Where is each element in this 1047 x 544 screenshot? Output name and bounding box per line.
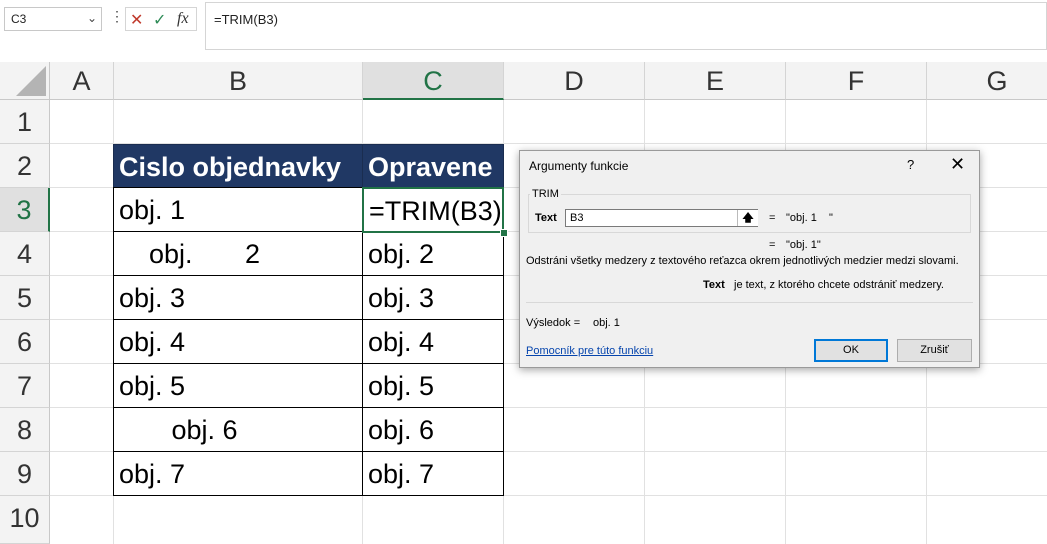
row-header-10[interactable]: 10 <box>0 496 50 544</box>
function-arguments-dialog: Argumenty funkcie ? ✕ TRIM Text B3 🡅 = "… <box>519 150 980 368</box>
row-header-5[interactable]: 5 <box>0 276 50 320</box>
cancel-button[interactable]: Zrušiť <box>897 339 972 362</box>
cell-b2[interactable]: Cislo objednavky <box>113 144 363 188</box>
close-icon[interactable]: ✕ <box>950 154 965 175</box>
row-header-6[interactable]: 6 <box>0 320 50 364</box>
row-header-7[interactable]: 7 <box>0 364 50 408</box>
result-value: obj. 1 <box>593 317 620 329</box>
cell-b9[interactable]: obj. 7 <box>113 451 363 496</box>
argument-result: "obj. 1 " <box>786 212 833 224</box>
column-header-e[interactable]: E <box>645 62 786 100</box>
select-all-corner[interactable] <box>0 62 50 100</box>
cell-c4[interactable]: obj. 2 <box>362 231 504 276</box>
ok-button[interactable]: OK <box>814 339 888 362</box>
function-result: "obj. 1" <box>786 239 821 251</box>
cell-b4[interactable]: obj. 2 <box>113 231 363 276</box>
function-name: TRIM <box>530 188 561 200</box>
row-header-8[interactable]: 8 <box>0 408 50 452</box>
function-description: Odstráni všetky medzery z textového reťa… <box>526 255 959 267</box>
column-header-f[interactable]: F <box>786 62 927 100</box>
column-header-c[interactable]: C <box>363 62 504 100</box>
row-header-1[interactable]: 1 <box>0 100 50 144</box>
result-label: Výsledok = <box>526 317 581 329</box>
formula-text: =TRIM(B3) <box>214 12 278 27</box>
collapse-dialog-icon[interactable]: 🡅 <box>737 210 758 226</box>
help-link[interactable]: Pomocník pre túto funkciu <box>526 345 653 357</box>
cell-c9[interactable]: obj. 7 <box>362 451 504 496</box>
cancel-x-icon[interactable]: ✕ <box>130 10 143 30</box>
formula-buttons: ✕ ✓ fx <box>125 7 197 31</box>
chevron-down-icon[interactable]: ⌄ <box>87 11 97 25</box>
argument-text-input[interactable]: B3 <box>565 209 758 227</box>
name-box[interactable]: C3 ⌄ <box>4 7 102 31</box>
cell-c2[interactable]: Opravene <box>362 144 504 188</box>
cell-b6[interactable]: obj. 4 <box>113 319 363 364</box>
help-icon[interactable]: ? <box>907 157 914 172</box>
formula-input[interactable]: =TRIM(B3) <box>205 2 1047 50</box>
argument-description: je text, z ktorého chcete odstrániť medz… <box>734 279 944 291</box>
argument-value: B3 <box>570 212 584 224</box>
column-header-d[interactable]: D <box>504 62 645 100</box>
cell-c8[interactable]: obj. 6 <box>362 407 504 452</box>
more-vertical-icon[interactable]: ⋮ <box>110 8 124 25</box>
fill-handle[interactable] <box>500 229 508 237</box>
argument-description-label: Text <box>703 279 725 291</box>
column-header-g[interactable]: G <box>927 62 1047 100</box>
row-header-2[interactable]: 2 <box>0 144 50 188</box>
equals-sign: = <box>769 212 776 224</box>
name-box-value: C3 <box>11 12 27 26</box>
insert-function-icon[interactable]: fx <box>177 10 189 28</box>
column-header-a[interactable]: A <box>50 62 114 100</box>
cell-b3[interactable]: obj. 1 <box>113 187 363 232</box>
dialog-title: Argumenty funkcie <box>529 159 629 173</box>
cell-b8[interactable]: obj. 6 <box>113 407 363 452</box>
cell-c5[interactable]: obj. 3 <box>362 275 504 320</box>
confirm-check-icon[interactable]: ✓ <box>153 10 166 30</box>
column-header-b[interactable]: B <box>114 62 363 100</box>
row-header-3[interactable]: 3 <box>0 188 50 232</box>
cell-c7[interactable]: obj. 5 <box>362 363 504 408</box>
cell-c6[interactable]: obj. 4 <box>362 319 504 364</box>
cell-c3-active[interactable]: =TRIM(B3) <box>362 187 504 233</box>
divider <box>526 302 973 303</box>
cell-b7[interactable]: obj. 5 <box>113 363 363 408</box>
row-header-9[interactable]: 9 <box>0 452 50 496</box>
row-header-4[interactable]: 4 <box>0 232 50 276</box>
argument-label: Text <box>535 212 557 224</box>
cell-b5[interactable]: obj. 3 <box>113 275 363 320</box>
equals-sign: = <box>769 239 776 251</box>
